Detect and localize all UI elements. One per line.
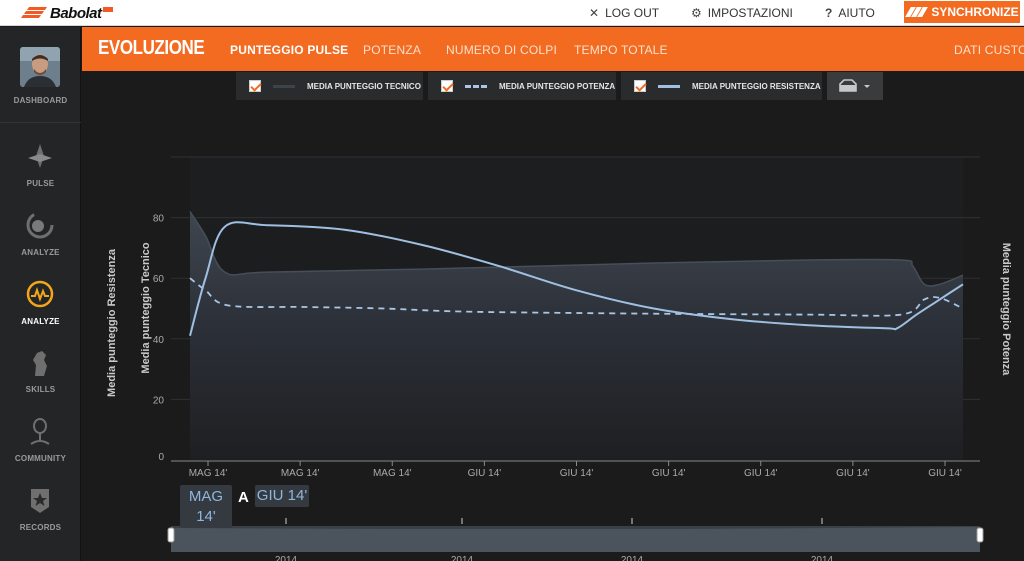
logo-text: Babolat [50, 4, 102, 22]
sidebar-item-analyze[interactable]: ANALYZE [0, 205, 81, 273]
y-tick-label: 0 [158, 452, 164, 463]
tab-shot-count[interactable]: NUMERO DI COLPI [446, 43, 557, 57]
synchronize-button[interactable]: SYNCHRONIZE [904, 1, 1020, 23]
legend-toggle-potenza[interactable]: MEDIA PUNTEGGIO POTENZA [428, 72, 616, 100]
legend-swatch [273, 84, 295, 88]
y-tick-label: 80 [153, 214, 165, 225]
navigator-year-label: 2014 [275, 555, 298, 561]
navigator-area [171, 527, 980, 552]
sidebar-item-evolution[interactable]: ANALYZE [0, 274, 81, 342]
navigator-year-label: 2014 [811, 555, 834, 561]
x-tick-label: MAG 14' [281, 468, 320, 479]
logout-link[interactable]: ✕ LOG OUT [589, 0, 659, 26]
section-header: EVOLUZIONE PUNTEGGIO PULSE POTENZA NUMER… [82, 27, 1024, 71]
analyze-icon [26, 211, 54, 239]
sidebar: DASHBOARD PULSE ANALYZE ANALYZE SKILLS C… [0, 27, 81, 561]
y-axis-label-resistenza: Media punteggio Resistenza [106, 248, 118, 397]
y-tick-label: 20 [153, 395, 165, 406]
tab-custom-data[interactable]: DATI CUSTOM [954, 43, 1024, 57]
gear-icon: ⚙ [691, 6, 702, 20]
help-link[interactable]: ? AIUTO [825, 0, 875, 26]
help-label: AIUTO [838, 6, 875, 20]
top-bar: Babolat ✕ LOG OUT ⚙ IMPOSTAZIONI ? AIUTO… [0, 0, 1024, 26]
sidebar-label: DASHBOARD [13, 96, 68, 105]
navigator-handle-right[interactable] [976, 527, 984, 543]
checkbox-checked[interactable] [441, 80, 453, 92]
question-icon: ? [825, 6, 833, 20]
checkbox-checked[interactable] [634, 80, 646, 92]
navigator-year-label: 2014 [451, 555, 474, 561]
sidebar-label: COMMUNITY [14, 454, 67, 463]
sidebar-item-dashboard[interactable]: DASHBOARD [0, 27, 81, 122]
babolat-logo[interactable]: Babolat [20, 3, 113, 23]
legend-swatch [658, 84, 680, 88]
avatar [20, 47, 60, 87]
pulse-icon [28, 144, 52, 168]
range-from-box[interactable]: MAG 14' [180, 485, 232, 528]
synchronize-label: SYNCHRONIZE [931, 5, 1019, 19]
range-navigator[interactable]: 2014 2014 2014 2014 [167, 518, 984, 561]
logout-label: LOG OUT [605, 6, 660, 20]
community-icon [30, 418, 50, 445]
settings-link[interactable]: ⚙ IMPOSTAZIONI [691, 0, 793, 26]
sidebar-item-skills[interactable]: SKILLS [0, 342, 81, 410]
x-tick-label: GIU 14' [836, 468, 870, 479]
navigator-year-label: 2014 [621, 555, 644, 561]
sidebar-label: RECORDS [19, 523, 62, 532]
logo-badge [102, 6, 113, 12]
records-icon [31, 489, 49, 513]
tray-download-icon [839, 79, 870, 92]
range-from-label: MAG 14' [188, 488, 224, 525]
skills-icon [33, 351, 47, 376]
legend-toggle-tecnico[interactable]: MEDIA PUNTEGGIO TECNICO [236, 72, 423, 100]
x-tick-label: MAG 14' [373, 468, 412, 479]
legend-label: MEDIA PUNTEGGIO RESISTENZA [692, 81, 821, 91]
tab-pulse-score[interactable]: PUNTEGGIO PULSE [230, 43, 348, 57]
sidebar-divider [0, 122, 81, 123]
checkbox-checked[interactable] [249, 80, 261, 92]
sidebar-item-community[interactable]: COMMUNITY [0, 411, 81, 479]
sync-stripes-icon [905, 7, 929, 17]
export-button[interactable] [827, 72, 883, 100]
x-tick-label: GIU 14' [928, 468, 962, 479]
legend-swatch [465, 84, 487, 88]
x-tick-label: MAG 14' [189, 468, 228, 479]
tab-power[interactable]: POTENZA [363, 43, 421, 57]
range-to-label: GIU 14' [256, 487, 308, 504]
legend-label: MEDIA PUNTEGGIO TECNICO [307, 81, 421, 91]
app-window: Babolat ✕ LOG OUT ⚙ IMPOSTAZIONI ? AIUTO… [0, 0, 1024, 561]
settings-label: IMPOSTAZIONI [707, 6, 793, 20]
x-tick-label: GIU 14' [468, 468, 502, 479]
sidebar-label: ANALYZE [21, 248, 60, 257]
sidebar-item-records[interactable]: RECORDS [0, 479, 81, 547]
y-axis-label-potenza: Media punteggio Potenza [1000, 243, 1012, 376]
legend-label: MEDIA PUNTEGGIO POTENZA [499, 81, 616, 91]
x-tick-label: GIU 14' [744, 468, 778, 479]
tab-total-time[interactable]: TEMPO TOTALE [574, 43, 668, 57]
sidebar-item-pulse[interactable]: PULSE [0, 137, 81, 205]
sidebar-label: PULSE [26, 179, 55, 188]
close-icon: ✕ [589, 6, 600, 20]
navigator-handle-left[interactable] [167, 527, 175, 543]
legend-toggle-resistenza[interactable]: MEDIA PUNTEGGIO RESISTENZA [621, 72, 822, 100]
x-tick-label: GIU 14' [652, 468, 686, 479]
x-tick-label: GIU 14' [560, 468, 594, 479]
y-tick-label: 40 [153, 335, 165, 346]
y-axis-ticks: 0 20 40 60 80 [153, 214, 165, 463]
sidebar-label: ANALYZE [21, 317, 60, 326]
page-title: EVOLUZIONE [98, 37, 205, 59]
y-axis-label-tecnico: Media punteggio Tecnico [140, 242, 152, 373]
logo-stripes-icon [20, 7, 48, 19]
sidebar-label: SKILLS [25, 385, 56, 394]
range-to-box[interactable]: GIU 14' [255, 485, 309, 507]
evolution-icon [26, 280, 54, 308]
range-separator: A [238, 489, 249, 506]
x-axis-ticks: MAG 14' MAG 14' MAG 14' GIU 14' GIU 14' GIU 1… [189, 461, 962, 479]
y-tick-label: 60 [153, 274, 165, 285]
